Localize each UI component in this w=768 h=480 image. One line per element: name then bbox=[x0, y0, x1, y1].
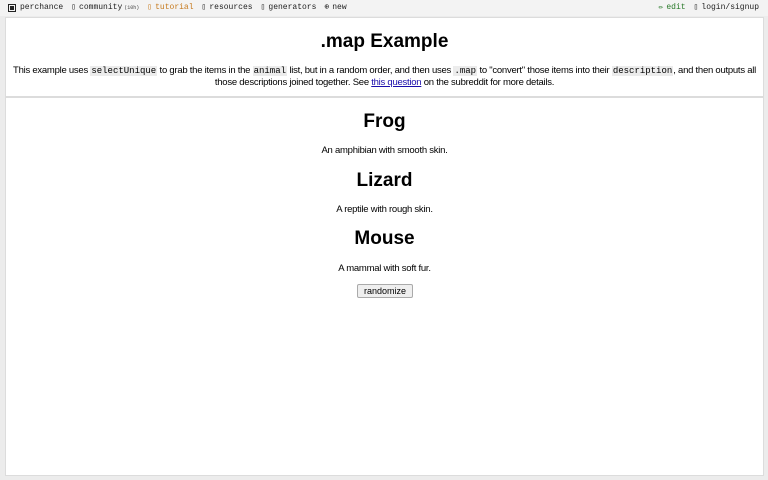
nav-resources-link[interactable]: ▯ resources bbox=[202, 0, 253, 16]
header-card: .map Example This example uses selectUni… bbox=[5, 17, 764, 97]
nav-generators-label: generators bbox=[268, 3, 317, 12]
dice-icon bbox=[8, 4, 16, 12]
user-icon: ▯ bbox=[693, 3, 699, 12]
chat-icon: ▯ bbox=[71, 3, 77, 12]
animal-description: A mammal with soft fur. bbox=[338, 263, 431, 274]
community-badge: (10h) bbox=[124, 5, 140, 11]
desc-code-selectunique: selectUnique bbox=[90, 66, 158, 76]
desc-text: to grab the items in the bbox=[157, 65, 253, 76]
desc-text: This example uses bbox=[13, 65, 91, 76]
desc-text: on the subreddit for more details. bbox=[421, 77, 555, 88]
randomize-button[interactable]: randomize bbox=[357, 284, 413, 298]
top-nav-bar: perchance ▯ community (10h) ▯ tutorial ▯… bbox=[0, 0, 768, 16]
nav-tutorial-label: tutorial bbox=[155, 3, 194, 12]
desc-code-description: description bbox=[611, 66, 674, 76]
nav-edit-link[interactable]: ✏ edit bbox=[659, 0, 686, 16]
animal-name-heading: Mouse bbox=[354, 228, 415, 249]
animal-name-heading: Frog bbox=[363, 111, 406, 132]
nav-community-label: community bbox=[79, 3, 123, 12]
animal-description: An amphibian with smooth skin. bbox=[321, 145, 448, 156]
nav-generators-link[interactable]: ▯ generators bbox=[261, 0, 317, 16]
nav-brand-label: perchance bbox=[20, 3, 64, 12]
output-card: Frog An amphibian with smooth skin. Liza… bbox=[5, 97, 764, 476]
desc-code-map: .map bbox=[453, 66, 478, 76]
nav-community-link[interactable]: ▯ community (10h) bbox=[71, 0, 139, 16]
nav-tutorial-link[interactable]: ▯ tutorial bbox=[147, 0, 193, 16]
header-description: This example uses selectUnique to grab t… bbox=[12, 65, 757, 89]
plus-circle-icon: ⊕ bbox=[324, 3, 330, 12]
link-icon: ▯ bbox=[201, 3, 207, 12]
page-title: .map Example bbox=[320, 31, 449, 52]
nav-new-label: new bbox=[332, 3, 347, 12]
nav-left-group: perchance ▯ community (10h) ▯ tutorial ▯… bbox=[8, 0, 355, 16]
nav-brand-link[interactable]: perchance bbox=[8, 0, 63, 16]
nav-resources-label: resources bbox=[209, 3, 253, 12]
nav-right-group: ✏ edit ▯ login/signup bbox=[651, 0, 759, 16]
pencil-icon: ✏ bbox=[658, 3, 664, 12]
nav-login-link[interactable]: ▯ login/signup bbox=[694, 0, 759, 16]
list-icon: ▯ bbox=[260, 3, 266, 12]
nav-edit-label: edit bbox=[666, 3, 686, 12]
this-question-link[interactable]: this question bbox=[371, 77, 421, 88]
animal-name-heading: Lizard bbox=[356, 170, 413, 191]
animal-description: A reptile with rough skin. bbox=[336, 204, 433, 215]
desc-text: list, but in a random order, and then us… bbox=[287, 65, 454, 76]
nav-login-label: login/signup bbox=[701, 3, 759, 12]
nav-new-link[interactable]: ⊕ new bbox=[324, 0, 346, 16]
book-icon: ▯ bbox=[147, 3, 153, 12]
desc-text: to "convert" those items into their bbox=[477, 65, 612, 76]
desc-code-animal: animal bbox=[252, 66, 287, 76]
